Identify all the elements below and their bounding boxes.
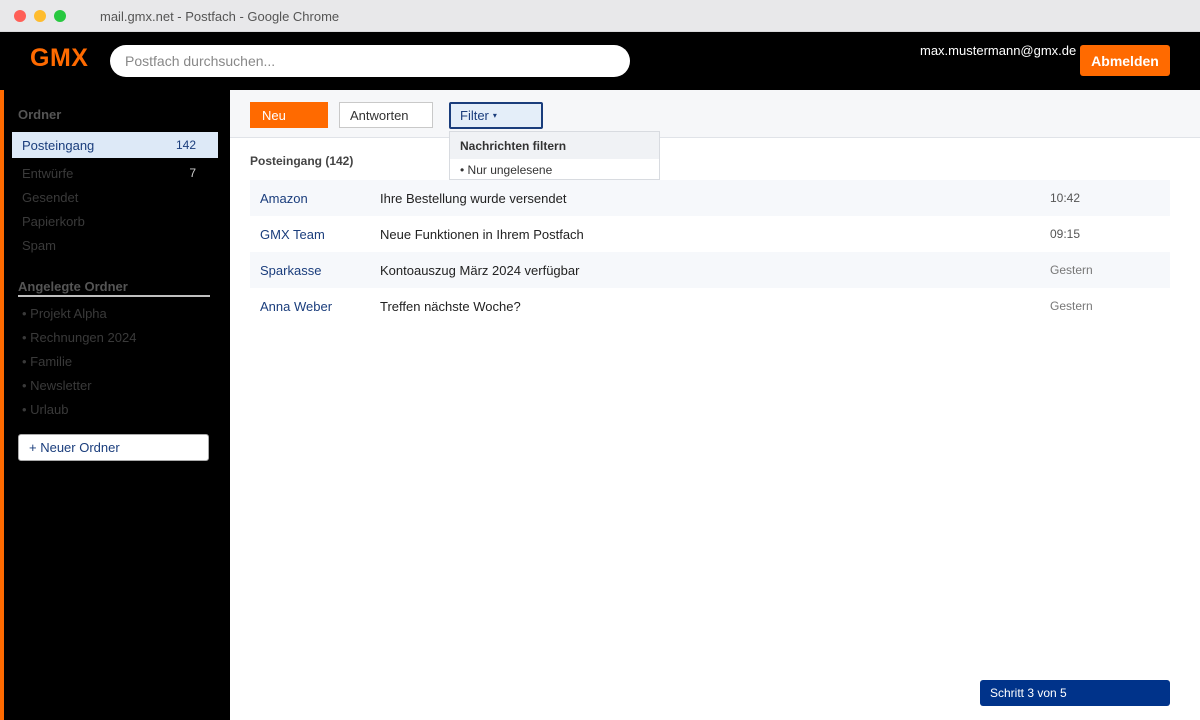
sidebar-item-label: Entwürfe: [22, 165, 74, 181]
message-sender: GMX Team: [260, 226, 325, 242]
chevron-down-icon: ▾: [492, 111, 497, 120]
message-subject: Kontoauszug März 2024 verfügbar: [380, 262, 580, 278]
user-email: max.mustermann@gmx.de: [920, 43, 1077, 58]
logout-button[interactable]: Abmelden: [1080, 45, 1170, 76]
sidebar-item-label: Papierkorb: [22, 213, 85, 229]
message-subject: Neue Funktionen in Ihrem Postfach: [380, 226, 584, 242]
folders-heading: Ordner: [18, 107, 62, 122]
sidebar-item-spam[interactable]: Spam: [12, 232, 218, 258]
filter-button[interactable]: Filter ▾: [449, 102, 543, 129]
message-subject: Treffen nächste Woche?: [380, 298, 521, 314]
sidebar-item-label: Gesendet: [22, 189, 79, 205]
sidebar-item-label: • Newsletter: [22, 377, 92, 393]
sidebar-item-inbox[interactable]: Posteingang 142: [12, 132, 218, 158]
sidebar-item-label: • Urlaub: [22, 401, 69, 417]
step-indicator: Schritt 3 von 5: [980, 680, 1170, 706]
message-row[interactable]: Sparkasse Kontoauszug März 2024 verfügba…: [250, 252, 1170, 288]
message-time: Gestern: [1050, 263, 1093, 277]
drafts-count: 7: [189, 166, 196, 180]
sidebar-item-sent[interactable]: Gesendet: [12, 184, 218, 210]
filter-dropdown: Nachrichten filtern • Nur ungelesene: [449, 131, 660, 180]
gmx-logo[interactable]: GMX: [30, 44, 88, 73]
reply-button[interactable]: Antworten: [339, 102, 433, 128]
message-row[interactable]: GMX Team Neue Funktionen in Ihrem Postfa…: [250, 216, 1170, 252]
inbox-title: Posteingang (142): [250, 154, 354, 168]
search-input[interactable]: Postfach durchsuchen...: [110, 45, 630, 77]
browser-title-bar: mail.gmx.net - Postfach - Google Chrome: [0, 0, 1200, 32]
filter-dropdown-heading: Nachrichten filtern: [450, 132, 659, 159]
message-time: 10:42: [1050, 191, 1081, 205]
sidebar-item-rechnungen-2024[interactable]: • Rechnungen 2024: [12, 324, 218, 350]
filter-option-unread[interactable]: • Nur ungelesene: [450, 159, 659, 179]
sidebar-item-familie[interactable]: • Familie: [12, 348, 218, 374]
sidebar-item-label: • Projekt Alpha: [22, 305, 107, 321]
new-folder-button[interactable]: + Neuer Ordner: [18, 434, 209, 461]
new-message-button[interactable]: Neu: [250, 102, 328, 128]
toolbar: Neu Antworten Filter ▾: [230, 90, 1200, 138]
minimize-window-icon[interactable]: [34, 10, 46, 22]
divider: [18, 295, 210, 297]
message-time: Gestern: [1050, 299, 1093, 313]
unread-count: 142: [175, 138, 196, 152]
filter-button-label: Filter: [460, 108, 489, 123]
sidebar-item-label: • Rechnungen 2024: [22, 329, 137, 345]
message-sender: Sparkasse: [260, 262, 322, 278]
window-title: mail.gmx.net - Postfach - Google Chrome: [100, 9, 340, 24]
sidebar-item-projekt-alpha[interactable]: • Projekt Alpha: [12, 300, 218, 326]
message-row[interactable]: Amazon Ihre Bestellung wurde versendet 1…: [250, 180, 1170, 216]
maximize-window-icon[interactable]: [54, 10, 66, 22]
sidebar-item-label: Spam: [22, 237, 56, 253]
message-subject: Ihre Bestellung wurde versendet: [380, 190, 567, 206]
custom-folders-heading: Angelegte Ordner: [18, 279, 128, 294]
sidebar-item-drafts[interactable]: Entwürfe 7: [12, 160, 218, 186]
sidebar-item-label: Posteingang: [22, 137, 95, 153]
message-row[interactable]: Anna Weber Treffen nächste Woche? Gester…: [250, 288, 1170, 324]
sidebar-item-trash[interactable]: Papierkorb: [12, 208, 218, 234]
sidebar-item-label: • Familie: [22, 353, 73, 369]
sidebar-item-newsletter[interactable]: • Newsletter: [12, 372, 218, 398]
message-sender: Amazon: [260, 190, 308, 206]
close-window-icon[interactable]: [14, 10, 26, 22]
message-time: 09:15: [1050, 227, 1081, 241]
sidebar-item-urlaub[interactable]: • Urlaub: [12, 396, 218, 422]
header-bar: GMX Postfach durchsuchen... max.musterma…: [0, 32, 1200, 90]
message-sender: Anna Weber: [260, 298, 333, 314]
sidebar: Ordner Posteingang 142 Entwürfe 7 Gesend…: [0, 90, 230, 720]
